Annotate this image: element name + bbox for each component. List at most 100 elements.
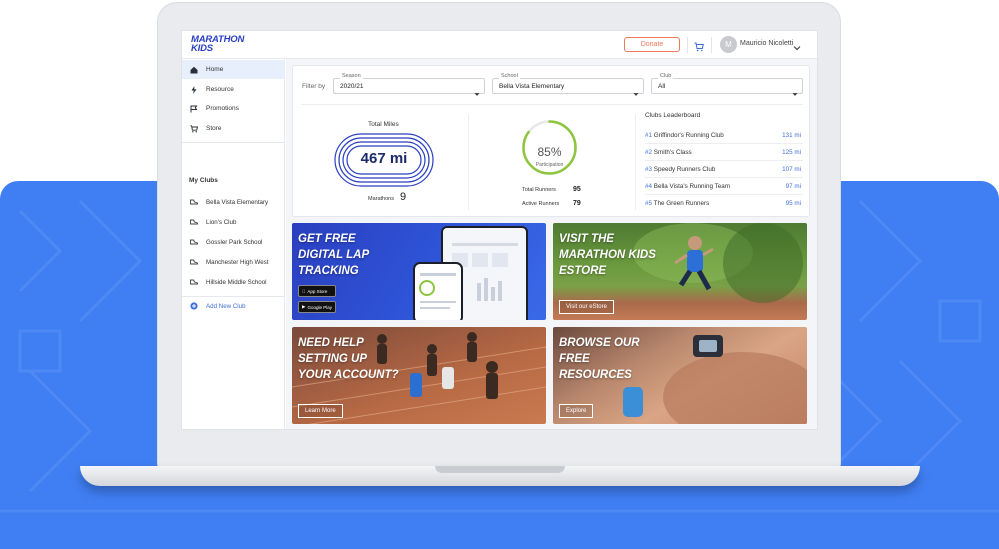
my-clubs-heading: My Clubs (189, 177, 218, 184)
leaderboard-row[interactable]: #3 Speedy Runners Club 107 mi (645, 161, 803, 178)
divider (711, 37, 712, 53)
shoe-icon (182, 239, 206, 245)
leaderboard-rank: #2 (645, 149, 653, 156)
club-name: Hillside Middle School (206, 278, 267, 286)
google-play-badge[interactable]: ▶ Google Play (298, 301, 336, 313)
club-name: Manchester High West (206, 258, 269, 266)
active-runners-value: 79 (573, 200, 581, 207)
explore-button[interactable]: Explore (559, 404, 594, 418)
sidebar-item-label: Promotions (206, 105, 239, 112)
estore-heading: VISIT THE MARATHON KIDS ESTORE (559, 233, 656, 277)
help-heading: NEED HELP SETTING UP YOUR ACCOUNT? (298, 337, 399, 381)
club-value: All (658, 83, 666, 90)
shoe-icon (182, 199, 206, 205)
chevron-down-icon (792, 84, 798, 102)
laptop-notch (435, 466, 565, 473)
google-play-label: Google Play (307, 304, 332, 310)
season-value: 2020/21 (340, 83, 364, 90)
participation-label: Participation (535, 162, 564, 168)
lap-tracking-heading: GET FREE DIGITAL LAP TRACKING (298, 233, 370, 277)
main-content: Filter by Season 2020/21 School Bella Vi… (286, 59, 817, 429)
shoe-icon (182, 219, 206, 225)
add-circle-icon (182, 302, 206, 310)
sidebar-item-label: Home (206, 66, 224, 73)
flag-icon (182, 105, 206, 113)
stats-card: Filter by Season 2020/21 School Bella Vi… (292, 65, 810, 217)
sidebar-item-club[interactable]: Gossler Park School (182, 234, 285, 250)
chevron-down-icon (474, 84, 480, 102)
total-miles-value: 467 mi (360, 150, 408, 167)
club-select[interactable]: Club All (651, 73, 803, 96)
leaderboard-miles: 131 mi (782, 132, 801, 139)
sidebar-item-club[interactable]: Bella Vista Elementary (182, 194, 285, 210)
sidebar-item-store[interactable]: Store (182, 119, 285, 138)
sidebar-item-home[interactable]: Home (182, 60, 285, 79)
apple-icon:  (302, 289, 305, 294)
leaderboard-row[interactable]: #4 Bella Vista's Running Team 97 mi (645, 178, 803, 195)
season-select[interactable]: Season 2020/21 (333, 73, 485, 96)
leaderboard-rank: #1 (645, 132, 653, 139)
leaderboard-club-name: The Green Runners (653, 200, 710, 207)
sidebar-item-club[interactable]: Hillside Middle School (182, 274, 285, 290)
chevron-down-icon[interactable] (793, 39, 801, 57)
leaderboard-club-name: Speedy Runners Club (653, 166, 716, 173)
marathon-kids-logo[interactable]: MARATHON KIDS (191, 35, 244, 54)
leaderboard-row[interactable]: #1 Griffindor's Running Club 131 mi (645, 127, 803, 144)
shoe-icon (182, 259, 206, 265)
lap-tracking-tile[interactable]: GET FREE DIGITAL LAP TRACKING  App Stor… (292, 223, 546, 320)
sidebar-item-club[interactable]: Manchester High West (182, 254, 285, 270)
sidebar-item-promotions[interactable]: Promotions (182, 99, 285, 118)
visit-estore-button[interactable]: Visit our eStore (559, 300, 614, 314)
divider (182, 142, 285, 143)
school-select[interactable]: School Bella Vista Elementary (492, 73, 644, 96)
total-runners-label: Total Runners (522, 187, 556, 193)
help-tile[interactable]: NEED HELP SETTING UP YOUR ACCOUNT? Learn… (292, 327, 546, 424)
user-name[interactable]: Mauricio Nicoletti (740, 40, 793, 47)
resources-heading: BROWSE OUR FREE RESOURCES (559, 337, 640, 381)
leaderboard-miles: 95 mi (785, 200, 801, 207)
logo-line-2: KIDS (191, 42, 213, 54)
app-screen: MARATHON KIDS Donate M Mauricio Nicolett… (181, 30, 818, 430)
total-runners-value: 95 (573, 186, 581, 193)
leaderboard-club-name: Smith's Class (653, 149, 692, 156)
divider (687, 37, 688, 53)
sidebar-item-label: Resource (206, 86, 234, 93)
club-caption: Club (658, 73, 674, 79)
estore-tile[interactable]: VISIT THE MARATHON KIDS ESTORE Visit our… (553, 223, 807, 320)
cart-icon (182, 124, 206, 133)
sidebar-item-label: Store (206, 125, 222, 132)
leaderboard-rank: #5 (645, 200, 653, 207)
leaderboard-club-name: Griffindor's Running Club (653, 132, 724, 139)
filter-by-label: Filter by (302, 83, 326, 90)
total-miles-title: Total Miles (368, 121, 399, 128)
leaderboard-title: Clubs Leaderboard (645, 112, 701, 119)
club-name: Gossler Park School (206, 238, 263, 246)
school-value: Bella Vista Elementary (499, 83, 565, 90)
chevron-down-icon (633, 84, 639, 102)
resources-tile[interactable]: BROWSE OUR FREE RESOURCES Explore (553, 327, 807, 424)
bolt-icon (182, 85, 206, 94)
club-name: Lion's Club (206, 218, 237, 226)
participation-percent: 85% (537, 145, 562, 159)
donate-button[interactable]: Donate (624, 37, 680, 52)
leaderboard-miles: 107 mi (782, 166, 801, 173)
marathons-value: 9 (400, 191, 407, 203)
home-icon (182, 66, 206, 74)
leaderboard-club-name: Bella Vista's Running Team (653, 183, 730, 190)
leaderboard-row[interactable]: #5 The Green Runners 95 mi (645, 195, 803, 212)
active-runners-label: Active Runners (522, 201, 560, 207)
marathons-label: Marathons (368, 196, 394, 202)
divider (635, 114, 636, 210)
top-bar: MARATHON KIDS Donate M Mauricio Nicolett… (182, 31, 817, 59)
learn-more-button[interactable]: Learn More (298, 404, 343, 418)
play-icon: ▶ (302, 304, 306, 309)
avatar[interactable]: M (720, 36, 737, 53)
cart-icon[interactable] (694, 39, 704, 57)
sidebar-item-resource[interactable]: Resource (182, 80, 285, 99)
add-new-club-button[interactable]: Add New Club (182, 298, 285, 314)
add-new-club-label: Add New Club (206, 302, 246, 310)
leaderboard-row[interactable]: #2 Smith's Class 125 mi (645, 144, 803, 161)
sidebar-item-club[interactable]: Lion's Club (182, 214, 285, 230)
season-caption: Season (340, 73, 363, 79)
app-store-badge[interactable]:  App Store (298, 285, 336, 297)
